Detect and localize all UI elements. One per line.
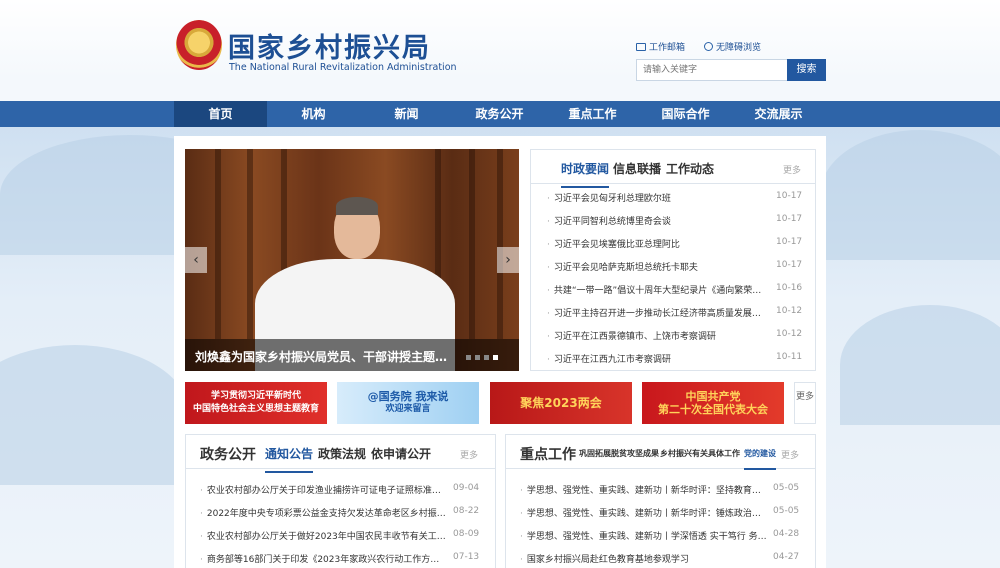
banner-theme-education[interactable]: 学习贯彻习近平新时代 中国特色社会主义思想主题教育 [185, 382, 327, 424]
list-item[interactable]: 习近平在江西景德镇市、上饶市考察调研10-12 [531, 329, 815, 343]
gov-more-link[interactable]: 更多 [460, 448, 478, 461]
tab-work-updates[interactable]: 工作动态 [666, 160, 714, 177]
tab-poverty-results[interactable]: 巩固拓展脱贫攻坚成果 [579, 448, 659, 459]
list-item[interactable]: 学思想、强党性、重实践、建新功丨新华时评：锤炼政治品格提升本领05-05 [506, 506, 815, 520]
banner-line: @国务院 我来说 [367, 390, 449, 403]
banner-state-council-feedback[interactable]: @国务院 我来说 欢迎来留言 [337, 382, 479, 424]
nav-item-exchange[interactable]: 交流展示 [732, 101, 825, 127]
list-item[interactable]: 共建“一带一路”倡议十周年大型纪录片《通向繁荣之路》10-16 [531, 283, 815, 297]
key-work-title: 重点工作 [520, 447, 576, 463]
tab-revitalization-work[interactable]: 乡村振兴有关具体工作 [660, 448, 740, 459]
tab-info-broadcast[interactable]: 信息联播 [613, 160, 661, 177]
banner-line: 欢迎来留言 [385, 404, 431, 414]
mail-link-label: 工作邮箱 [649, 43, 686, 53]
nav-item-key-work[interactable]: 重点工作 [546, 101, 639, 127]
news-panel: 时政要闻 信息联播 工作动态 更多 习近平会见匈牙利总理欧尔班10-17 习近平… [530, 149, 816, 371]
accessible-link[interactable]: 无障碍浏览 [704, 40, 761, 53]
banner-line: 聚焦2023两会 [520, 395, 602, 410]
carousel-caption[interactable]: 刘焕鑫为国家乡村振兴局党员、干部讲授主题教育专题党课 [195, 348, 457, 365]
main-nav: 首页 机构 新闻 政务公开 重点工作 国际合作 交流展示 [0, 101, 1000, 127]
list-item[interactable]: 国家乡村振兴局赴红色教育基地参观学习04-27 [506, 552, 815, 566]
banners-more-link[interactable]: 更多 [794, 382, 816, 424]
search-button[interactable]: 搜索 [787, 59, 826, 81]
list-item[interactable]: 学思想、强党性、重实践、建新功丨学深悟透 实干笃行 务求实效04-28 [506, 529, 815, 543]
banner-party-congress[interactable]: 中国共产党 第二十次全国代表大会 [642, 382, 784, 424]
accessible-link-label: 无障碍浏览 [716, 43, 762, 53]
nav-item-news[interactable]: 新闻 [360, 101, 453, 127]
list-item[interactable]: 2022年度中央专项彩票公益金支持欠发达革命老区乡村振兴项目08-22 [186, 506, 495, 520]
carousel-next-button[interactable]: › [497, 247, 519, 273]
tab-policies[interactable]: 政策法规 [318, 445, 366, 462]
carousel-dots [466, 355, 498, 360]
site-header: 国家乡村振兴局 The National Rural Revitalizatio… [0, 0, 1000, 101]
carousel-prev-button[interactable]: ‹ [185, 247, 207, 273]
list-item[interactable]: 商务部等16部门关于印发《2023年家政兴农行动工作方案》的通知07-13 [186, 552, 495, 566]
carousel-dot[interactable] [484, 355, 489, 360]
national-emblem-icon [176, 20, 222, 70]
tab-on-request[interactable]: 依申请公开 [371, 445, 431, 462]
logo-title[interactable]: 国家乡村振兴局 [228, 26, 431, 65]
banner-line: 学习贯彻习近平新时代 [210, 391, 301, 401]
key-work-panel: 重点工作 巩固拓展脱贫攻坚成果 乡村振兴有关具体工作 党的建设 更多 学思想、强… [505, 434, 816, 568]
nav-item-org[interactable]: 机构 [267, 101, 360, 127]
news-more-link[interactable]: 更多 [783, 163, 801, 176]
carousel-dot-active[interactable] [493, 355, 498, 360]
banner-line: 第二十次全国代表大会 [658, 403, 768, 416]
list-item[interactable]: 学思想、强党性、重实践、建新功丨新华时评：坚持教育实践两手抓05-05 [506, 483, 815, 497]
list-item[interactable]: 习近平在江西九江市考察调研10-11 [531, 352, 815, 366]
list-item[interactable]: 习近平会见哈萨克斯坦总统托卡耶夫10-17 [531, 260, 815, 274]
gov-affairs-panel: 政务公开 通知公告 政策法规 依申请公开 更多 农业农村部办公厅关于印发渔业捕捞… [185, 434, 496, 568]
list-item[interactable]: 习近平会见匈牙利总理欧尔班10-17 [531, 191, 815, 205]
nav-item-international[interactable]: 国际合作 [639, 101, 732, 127]
banner-line: 中国共产党 [685, 390, 741, 403]
accessibility-icon [704, 42, 713, 51]
main-content: ‹ › 刘焕鑫为国家乡村振兴局党员、干部讲授主题教育专题党课 时政要闻 信息联播… [174, 136, 826, 568]
banner-two-sessions[interactable]: 聚焦2023两会 [490, 382, 632, 424]
list-item[interactable]: 农业农村部办公厅关于做好2023年中国农民丰收节有关工作的通知08-09 [186, 529, 495, 543]
nav-item-home[interactable]: 首页 [174, 101, 267, 127]
tab-notices[interactable]: 通知公告 [265, 445, 314, 473]
news-carousel[interactable]: ‹ › 刘焕鑫为国家乡村振兴局党员、干部讲授主题教育专题党课 [185, 149, 519, 371]
tab-politics-news[interactable]: 时政要闻 [561, 160, 610, 188]
carousel-dot[interactable] [475, 355, 480, 360]
list-item[interactable]: 习近平主持召开进一步推动长江经济带高质量发展座谈会10-12 [531, 306, 815, 320]
list-item[interactable]: 习近平同智利总统博里奇会谈10-17 [531, 214, 815, 228]
list-item[interactable]: 习近平会见埃塞俄比亚总理阿比10-17 [531, 237, 815, 251]
list-item[interactable]: 农业农村部办公厅关于印发渔业捕捞许可证电子证照标准的通知09-04 [186, 483, 495, 497]
key-more-link[interactable]: 更多 [781, 448, 799, 461]
banner-line: 中国特色社会主义思想主题教育 [192, 404, 319, 414]
search-input[interactable] [636, 59, 788, 81]
mail-icon [636, 42, 646, 51]
nav-item-gov-affairs[interactable]: 政务公开 [453, 101, 546, 127]
logo-subtitle: The National Rural Revitalization Admini… [229, 62, 457, 73]
carousel-dot[interactable] [466, 355, 471, 360]
tab-party-building[interactable]: 党的建设 [744, 448, 776, 470]
gov-affairs-title: 政务公开 [200, 447, 256, 463]
mail-link[interactable]: 工作邮箱 [636, 40, 685, 53]
